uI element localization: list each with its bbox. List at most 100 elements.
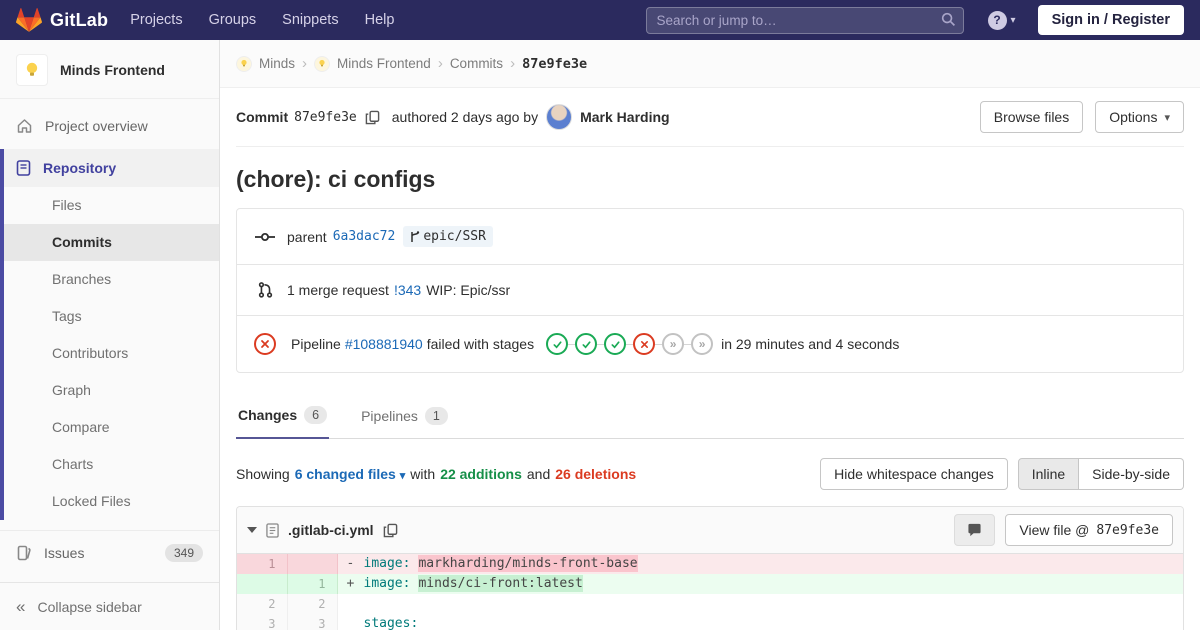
project-avatar-small bbox=[314, 55, 331, 72]
stage-skipped-icon[interactable]: » bbox=[691, 333, 714, 355]
mr-title: WIP: Epic/ssr bbox=[426, 282, 511, 298]
pipeline-link[interactable]: #108881940 bbox=[345, 336, 423, 352]
pipeline-duration: in 29 minutes and 4 seconds bbox=[721, 336, 900, 352]
tab-changes[interactable]: Changes 6 bbox=[236, 395, 330, 439]
author-avatar[interactable] bbox=[546, 104, 573, 130]
old-line-number[interactable]: 1 bbox=[237, 554, 288, 574]
chevron-down-icon: ▾ bbox=[1010, 14, 1016, 26]
copy-path-button[interactable] bbox=[383, 523, 398, 538]
main-content: Minds › Minds Frontend › Commits › 87e9f… bbox=[220, 40, 1200, 630]
collapse-diff-icon[interactable] bbox=[247, 527, 257, 533]
stage-passed-icon[interactable] bbox=[575, 333, 598, 355]
sidebar-item-files[interactable]: Files bbox=[4, 187, 219, 224]
view-mode-toggle: Inline Side-by-side bbox=[1017, 458, 1184, 490]
pipeline-failed-icon bbox=[253, 333, 277, 355]
options-dropdown-button[interactable]: Options ▾ bbox=[1095, 101, 1184, 133]
tab-pipelines[interactable]: Pipelines 1 bbox=[359, 395, 450, 438]
diff-file-name[interactable]: .gitlab-ci.yml bbox=[288, 522, 374, 538]
and-label: and bbox=[526, 466, 551, 482]
sidebar-item-repository[interactable]: Repository bbox=[4, 149, 219, 187]
browse-files-button[interactable]: Browse files bbox=[979, 101, 1084, 133]
breadcrumb-group-link[interactable]: Minds bbox=[259, 56, 295, 71]
changed-files-dropdown[interactable]: 6 changed files ▾ bbox=[295, 466, 406, 482]
sidebar-item-commits[interactable]: Commits bbox=[4, 224, 219, 261]
with-label: with bbox=[410, 466, 436, 482]
breadcrumb-project-link[interactable]: Minds Frontend bbox=[337, 56, 431, 71]
diff-view-controls: Hide whitespace changes Inline Side-by-s… bbox=[820, 458, 1184, 490]
collapse-sidebar-button[interactable]: « Collapse sidebar bbox=[0, 582, 219, 630]
stage-passed-icon[interactable] bbox=[546, 333, 569, 355]
sidebar-item-locked-files[interactable]: Locked Files bbox=[4, 483, 219, 520]
new-line-number[interactable]: 3 bbox=[287, 614, 338, 630]
diff-line-context: 2 2 bbox=[237, 594, 1183, 614]
issues-icon bbox=[17, 545, 31, 560]
commit-icon bbox=[253, 231, 277, 243]
gitlab-home-link[interactable]: GitLab bbox=[16, 7, 108, 33]
breadcrumb: Minds › Minds Frontend › Commits › 87e9f… bbox=[220, 40, 1200, 88]
side-by-side-view-button[interactable]: Side-by-side bbox=[1079, 458, 1184, 490]
sidebar-item-issues[interactable]: Issues 349 bbox=[0, 530, 219, 574]
sidebar-item-tags[interactable]: Tags bbox=[4, 298, 219, 335]
inline-view-button[interactable]: Inline bbox=[1017, 458, 1080, 490]
author-name-link[interactable]: Mark Harding bbox=[580, 109, 669, 125]
nav-link-help[interactable]: Help bbox=[365, 12, 395, 28]
sidebar-item-compare[interactable]: Compare bbox=[4, 409, 219, 446]
nav-link-projects[interactable]: Projects bbox=[130, 12, 182, 28]
commit-meta-row: Commit 87e9fe3e authored 2 days ago by M… bbox=[236, 88, 1184, 147]
nav-link-groups[interactable]: Groups bbox=[209, 12, 257, 28]
new-line-number[interactable]: 2 bbox=[287, 594, 338, 614]
repository-section: Repository Files Commits Branches Tags C… bbox=[0, 149, 219, 520]
diff-line-content bbox=[337, 594, 1183, 614]
old-line-number[interactable] bbox=[237, 574, 288, 594]
old-line-number[interactable]: 2 bbox=[237, 594, 288, 614]
pipeline-label: Pipeline bbox=[291, 336, 341, 352]
ref-badge[interactable]: epic/SSR bbox=[403, 226, 493, 247]
yaml-value: minds/ci-front:latest bbox=[418, 575, 583, 592]
breadcrumb-commits-link[interactable]: Commits bbox=[450, 56, 503, 71]
lightbulb-icon bbox=[241, 59, 247, 67]
diff-file-card: .gitlab-ci.yml View file @ 87e9fe3e 1 - … bbox=[236, 506, 1184, 630]
gitlab-tanuki-icon bbox=[16, 8, 42, 32]
project-context-link[interactable]: Minds Frontend bbox=[0, 40, 219, 99]
collapse-label: Collapse sidebar bbox=[37, 598, 142, 615]
sidebar-item-graph[interactable]: Graph bbox=[4, 372, 219, 409]
commit-info-well: parent 6a3dac72 epic/SSR 1 merge request… bbox=[236, 208, 1184, 373]
caret-down-icon: ▾ bbox=[1164, 111, 1170, 124]
changed-files-label: 6 changed files bbox=[294, 466, 396, 482]
comment-icon bbox=[968, 523, 981, 537]
old-line-number[interactable]: 3 bbox=[237, 614, 288, 630]
sign-in-button[interactable]: Sign in / Register bbox=[1037, 5, 1184, 35]
mr-count-text: 1 merge request bbox=[287, 282, 389, 298]
hide-whitespace-button[interactable]: Hide whitespace changes bbox=[820, 458, 1008, 490]
diff-stats: Showing 6 changed files ▾ with 22 additi… bbox=[236, 466, 636, 482]
help-dropdown[interactable]: ? ▾ bbox=[987, 10, 1016, 30]
stage-passed-icon[interactable] bbox=[604, 333, 627, 355]
commit-actions: Browse files Options ▾ bbox=[979, 101, 1184, 133]
parent-sha-link[interactable]: 6a3dac72 bbox=[333, 229, 396, 244]
sidebar-item-project-overview[interactable]: Project overview bbox=[0, 107, 219, 145]
chevron-right-icon: › bbox=[302, 55, 308, 72]
stage-failed-icon[interactable] bbox=[633, 333, 656, 355]
mr-link[interactable]: !343 bbox=[394, 282, 421, 298]
search-input[interactable] bbox=[645, 6, 964, 34]
sidebar-item-contributors[interactable]: Contributors bbox=[4, 335, 219, 372]
nav-link-snippets[interactable]: Snippets bbox=[282, 12, 338, 28]
search-box bbox=[645, 6, 964, 34]
sidebar-nav: Project overview Repository Files Commit… bbox=[0, 99, 219, 582]
sidebar-item-label: Project overview bbox=[45, 118, 148, 134]
copy-sha-button[interactable] bbox=[365, 110, 380, 125]
tab-label: Changes bbox=[238, 407, 298, 423]
showing-label: Showing bbox=[236, 466, 290, 482]
new-line-number[interactable] bbox=[287, 554, 338, 574]
sidebar-item-label: Repository bbox=[43, 160, 117, 176]
new-line-number[interactable]: 1 bbox=[287, 574, 338, 594]
sidebar-item-charts[interactable]: Charts bbox=[4, 446, 219, 483]
commit-tabs: Changes 6 Pipelines 1 bbox=[236, 395, 1184, 439]
stage-skipped-icon[interactable]: » bbox=[662, 333, 685, 355]
project-sidebar: Minds Frontend Project overview Reposito… bbox=[0, 40, 220, 630]
view-file-label: View file @ bbox=[1019, 522, 1090, 538]
sidebar-item-branches[interactable]: Branches bbox=[4, 261, 219, 298]
view-file-button[interactable]: View file @ 87e9fe3e bbox=[1005, 514, 1173, 546]
toggle-comments-button[interactable] bbox=[954, 514, 996, 546]
top-navbar: GitLab Projects Groups Snippets Help ? ▾… bbox=[0, 0, 1200, 40]
